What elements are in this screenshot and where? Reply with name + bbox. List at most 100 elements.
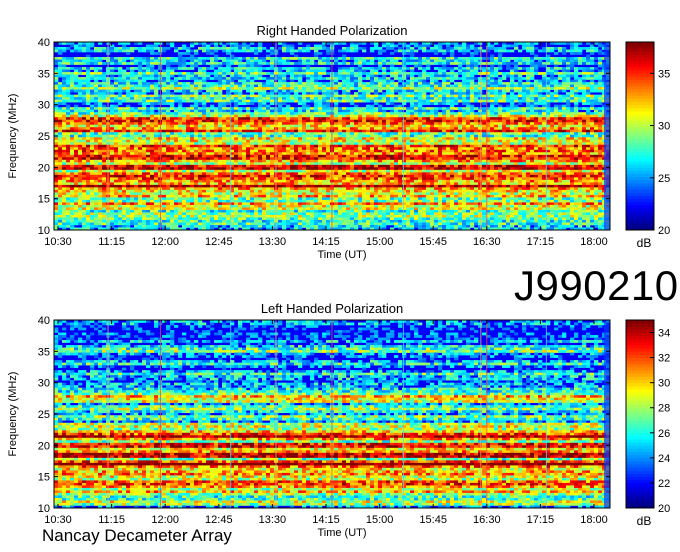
heatmap-cell bbox=[502, 99, 507, 103]
heatmap-cell bbox=[270, 122, 275, 126]
heatmap-cell bbox=[534, 82, 539, 85]
heatmap-cell bbox=[238, 132, 243, 136]
heatmap-cell bbox=[354, 124, 359, 128]
heatmap-cell bbox=[150, 109, 155, 113]
heatmap-cell bbox=[590, 77, 595, 80]
heatmap-cell bbox=[378, 129, 383, 133]
heatmap-cell bbox=[150, 82, 155, 85]
heatmap-cell bbox=[450, 94, 455, 98]
heatmap-cell bbox=[478, 112, 483, 115]
heatmap-cell bbox=[422, 62, 427, 65]
heatmap-cell bbox=[202, 102, 207, 105]
heatmap-cell bbox=[102, 94, 107, 98]
heatmap-cell bbox=[294, 84, 299, 88]
heatmap-cell bbox=[442, 59, 447, 63]
heatmap-cell bbox=[90, 144, 95, 148]
heatmap-cell bbox=[598, 102, 603, 105]
heatmap-cell bbox=[170, 104, 175, 108]
heatmap-cell bbox=[410, 87, 415, 90]
heatmap-cell bbox=[82, 132, 87, 136]
heatmap-cell bbox=[202, 132, 207, 136]
heatmap-cell bbox=[70, 139, 75, 143]
heatmap-cell bbox=[510, 82, 515, 85]
heatmap-cell bbox=[118, 139, 123, 143]
heatmap-cell bbox=[118, 122, 123, 126]
heatmap-cell bbox=[386, 124, 391, 128]
heatmap-cell bbox=[342, 47, 347, 50]
heatmap-cell bbox=[218, 47, 223, 50]
heatmap-cell bbox=[146, 139, 151, 143]
heatmap-cell bbox=[366, 99, 371, 103]
heatmap-cell bbox=[434, 89, 439, 93]
heatmap-cell bbox=[542, 47, 547, 50]
heatmap-cell bbox=[386, 139, 391, 143]
heatmap-cell bbox=[322, 82, 327, 85]
heatmap-cell bbox=[470, 57, 475, 60]
heatmap-cell bbox=[578, 79, 583, 83]
heatmap-cell bbox=[58, 97, 63, 100]
heatmap-cell bbox=[394, 112, 399, 115]
heatmap-cell bbox=[342, 54, 347, 58]
heatmap-cell bbox=[138, 77, 143, 80]
heatmap-cell bbox=[582, 77, 587, 80]
heatmap-cell bbox=[194, 92, 199, 95]
heatmap-cell bbox=[246, 82, 251, 85]
heatmap-cell bbox=[326, 47, 331, 50]
heatmap-cell bbox=[210, 107, 215, 110]
heatmap-cell bbox=[346, 122, 351, 126]
heatmap-cell bbox=[458, 134, 463, 138]
heatmap-cell bbox=[114, 94, 119, 98]
heatmap-cell bbox=[118, 124, 123, 128]
heatmap-cell bbox=[198, 99, 203, 103]
heatmap-cell bbox=[214, 142, 219, 146]
heatmap-cell bbox=[122, 114, 127, 118]
heatmap-cell bbox=[210, 94, 215, 98]
heatmap-cell bbox=[86, 142, 91, 146]
heatmap-cell bbox=[530, 124, 535, 128]
heatmap-cell bbox=[226, 57, 231, 60]
heatmap-cell bbox=[550, 117, 555, 121]
heatmap-cell bbox=[358, 69, 363, 73]
heatmap-cell bbox=[82, 87, 87, 90]
heatmap-cell bbox=[258, 57, 263, 60]
heatmap-cell bbox=[350, 47, 355, 50]
heatmap-cell bbox=[114, 117, 119, 121]
heatmap-cell bbox=[390, 129, 395, 133]
heatmap-cell bbox=[518, 67, 523, 70]
heatmap-cell bbox=[398, 67, 403, 70]
heatmap-cell bbox=[562, 124, 567, 128]
heatmap-cell bbox=[590, 69, 595, 73]
heatmap-cell bbox=[414, 107, 419, 110]
heatmap-cell bbox=[510, 57, 515, 60]
heatmap-cell bbox=[558, 72, 563, 75]
heatmap-cell bbox=[278, 89, 283, 93]
heatmap-cell bbox=[190, 107, 195, 110]
heatmap-cell bbox=[218, 139, 223, 143]
heatmap-cell bbox=[130, 124, 135, 128]
heatmap-cell bbox=[102, 97, 107, 100]
heatmap-cell bbox=[410, 92, 415, 95]
heatmap-cell bbox=[446, 77, 451, 80]
heatmap-cell bbox=[554, 104, 559, 108]
heatmap-cell bbox=[590, 122, 595, 126]
heatmap-cell bbox=[270, 92, 275, 95]
heatmap-cell bbox=[110, 47, 115, 50]
heatmap-cell bbox=[474, 129, 479, 133]
heatmap-cell bbox=[410, 74, 415, 78]
heatmap-cell bbox=[494, 99, 499, 103]
heatmap-cell bbox=[58, 99, 63, 103]
heatmap-cell bbox=[194, 87, 199, 90]
heatmap-cell bbox=[418, 117, 423, 121]
heatmap-cell bbox=[194, 74, 199, 78]
heatmap-cell bbox=[246, 132, 251, 136]
heatmap-cell bbox=[358, 122, 363, 126]
heatmap-cell bbox=[114, 109, 119, 113]
heatmap-cell bbox=[222, 44, 227, 48]
heatmap-cell bbox=[406, 94, 411, 98]
heatmap-cell bbox=[126, 57, 131, 60]
heatmap-cell bbox=[430, 117, 435, 121]
heatmap-cell bbox=[150, 134, 155, 138]
heatmap-cell bbox=[562, 67, 567, 70]
heatmap-cell bbox=[482, 129, 487, 133]
heatmap-cell bbox=[462, 89, 467, 93]
